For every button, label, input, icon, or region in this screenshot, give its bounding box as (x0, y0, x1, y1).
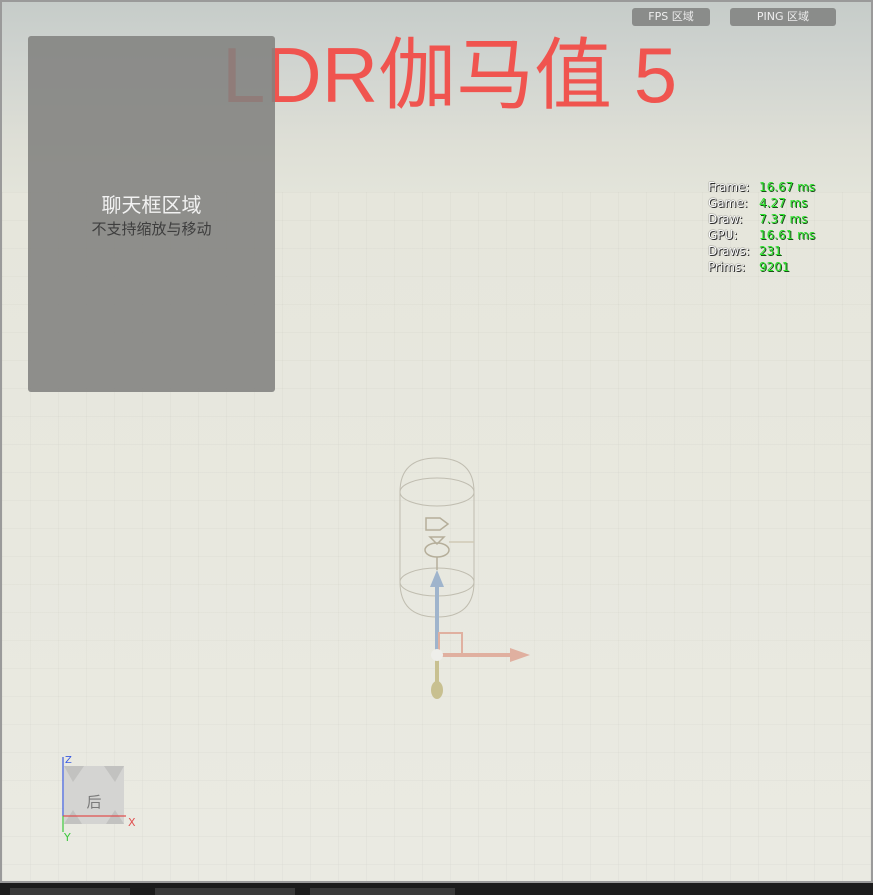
stat-row-prims: Prims: 9201 (708, 259, 815, 275)
bottom-tab[interactable] (310, 888, 455, 895)
stat-label: Prims: (708, 260, 746, 274)
stat-label: Draws: (708, 244, 750, 258)
stat-label: Draw: (708, 212, 743, 226)
chat-panel-title: 聊天框区域 (101, 193, 202, 217)
bottom-tab[interactable] (155, 888, 295, 895)
z-axis-label: Z (65, 755, 72, 766)
stat-value: 16.67 ms (759, 180, 816, 194)
fps-area-button[interactable]: FPS 区域 (632, 8, 710, 26)
ldr-gamma-overlay: LDR伽马值 5 (222, 31, 678, 119)
ping-area-button[interactable]: PING 区域 (730, 8, 836, 26)
stat-value: 7.37 ms (759, 212, 808, 226)
stat-label: Game: (708, 196, 748, 210)
transform-gizmo[interactable] (382, 452, 552, 712)
editor-bottom-bar (0, 883, 873, 895)
stat-row-frame: Frame: 16.67 ms (708, 179, 815, 195)
stat-value: 9201 (759, 260, 790, 274)
chat-panel: 聊天框区域 不支持缩放与移动 (28, 36, 275, 392)
view-cube-face-label: 后 (86, 793, 101, 811)
stat-value: 16.61 ms (759, 228, 816, 242)
bottom-tab[interactable] (10, 888, 130, 895)
chat-panel-subtitle: 不支持缩放与移动 (91, 220, 212, 238)
stat-value: 231 (759, 244, 782, 258)
stat-row-draws: Draws: 231 (708, 243, 815, 259)
stat-value: 4.27 ms (759, 196, 808, 210)
game-viewport[interactable]: FPS 区域 PING 区域 LDR伽马值 5 聊天框区域 不支持缩放与移动 F… (0, 0, 873, 883)
y-axis-label: Y (63, 831, 71, 844)
stat-row-game: Game: 4.27 ms (708, 195, 815, 211)
move-gizmo-axes[interactable] (430, 570, 530, 699)
view-cube[interactable]: 后 (64, 766, 124, 824)
stats-overlay: Frame: 16.67 ms Game: 4.27 ms Draw: 7.37 ms… (708, 179, 815, 275)
stat-label: GPU: (708, 228, 738, 242)
view-orientation-widget[interactable]: 后 Z X Y (58, 752, 142, 846)
x-axis-label: X (128, 816, 136, 829)
character-mannequin (424, 517, 474, 570)
stat-row-gpu: GPU: 16.61 ms (708, 227, 815, 243)
stat-label: Frame: (708, 180, 750, 194)
stat-row-draw: Draw: 7.37 ms (708, 211, 815, 227)
